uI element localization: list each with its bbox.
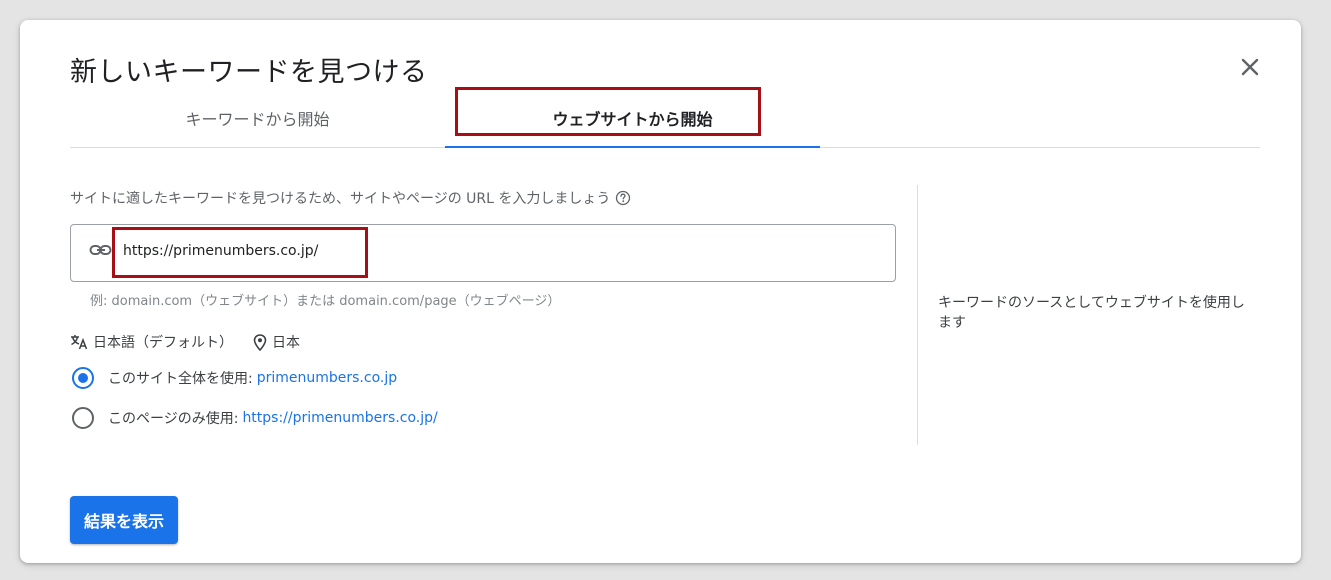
active-tab-indicator: [445, 146, 820, 148]
url-example-hint: 例: domain.com（ウェブサイト）または domain.com/page…: [90, 294, 561, 309]
vertical-divider: [917, 185, 918, 445]
side-panel-description: キーワードのソースとしてウェブサイトを使用します: [938, 295, 1245, 331]
url-input[interactable]: [123, 243, 823, 259]
url-input-field[interactable]: [70, 224, 896, 282]
location-pin-icon: [253, 333, 267, 351]
tab-label: ウェブサイトから開始: [552, 109, 713, 129]
radio-value: https://primenumbers.co.jp/: [242, 410, 438, 426]
close-icon: [1241, 58, 1259, 76]
language-location-row: 日本語（デフォルト） 日本: [70, 332, 300, 352]
keyword-dialog: 新しいキーワードを見つける キーワードから開始 ウェブサイトから開始 サイトに適…: [20, 20, 1301, 563]
radio-label: このサイト全体を使用:: [108, 371, 253, 387]
translate-icon: [70, 334, 88, 350]
language-text[interactable]: 日本語（デフォルト）: [93, 332, 233, 352]
show-results-button[interactable]: 結果を表示: [70, 496, 178, 544]
url-prompt: サイトに適したキーワードを見つけるため、サイトやページの URL を入力しましょ…: [70, 188, 632, 208]
radio-value: primenumbers.co.jp: [256, 370, 398, 386]
radio-button-this-page[interactable]: [72, 407, 94, 429]
radio-label: このページのみ使用:: [108, 411, 239, 427]
url-prompt-text: サイトに適したキーワードを見つけるため、サイトやページの URL を入力しましょ…: [70, 191, 611, 207]
location-text[interactable]: 日本: [272, 332, 300, 352]
tab-label: キーワードから開始: [185, 109, 330, 129]
radio-this-page-only[interactable]: このページのみ使用: https://primenumbers.co.jp/: [72, 407, 438, 429]
tab-start-from-website[interactable]: ウェブサイトから開始: [445, 90, 820, 145]
radio-button-whole-site[interactable]: [72, 367, 94, 389]
tab-bar: キーワードから開始 ウェブサイトから開始: [70, 90, 1260, 148]
close-button[interactable]: [1235, 52, 1265, 82]
tab-start-from-keywords[interactable]: キーワードから開始: [70, 90, 445, 145]
dialog-title: 新しいキーワードを見つける: [70, 57, 428, 88]
link-icon: [89, 243, 113, 263]
help-circle-icon[interactable]: [614, 189, 632, 207]
radio-whole-site[interactable]: このサイト全体を使用: primenumbers.co.jp: [72, 367, 397, 389]
